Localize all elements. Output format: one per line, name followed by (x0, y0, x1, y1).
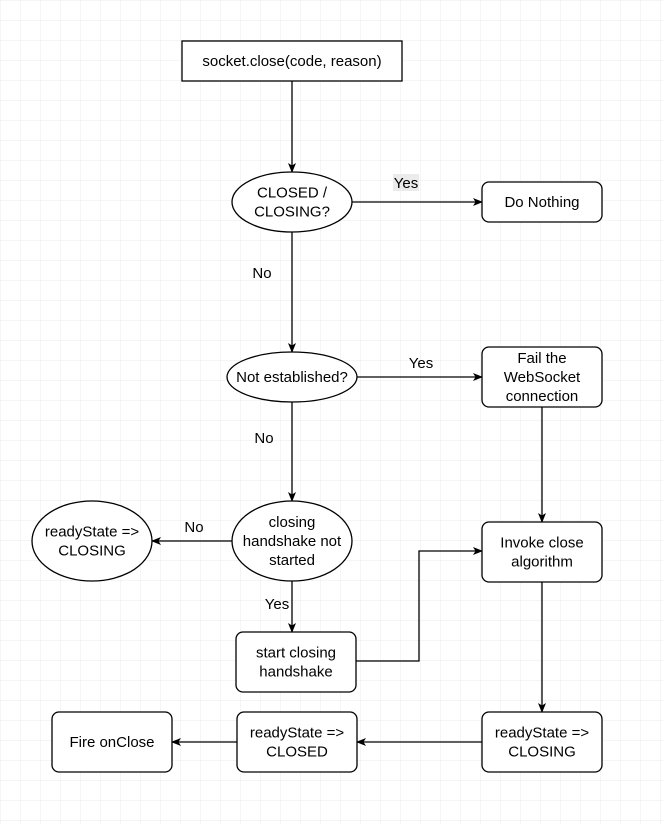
grid-background (0, 0, 663, 824)
node-text: handshake (259, 664, 332, 681)
edge-label-closed-no: No (252, 265, 271, 282)
node-text: Invoke close (500, 535, 583, 552)
process-box (236, 711, 358, 773)
edge-label-established-no: No (254, 430, 273, 447)
node-text: WebSocket (504, 369, 581, 386)
process-box (235, 631, 357, 693)
node-closed-check[interactable]: CLOSED / CLOSING? (231, 171, 353, 233)
node-text: Not established? (236, 369, 348, 386)
edge-label-closed-yes: Yes (394, 175, 418, 192)
node-start[interactable]: socket.close(code, reason) (181, 40, 403, 82)
node-ready-closing[interactable]: readyState => CLOSING (481, 711, 603, 773)
node-text: readyState => (45, 524, 139, 541)
node-handshake-check[interactable]: closing handshake not started (231, 500, 353, 582)
node-text: socket.close(code, reason) (202, 53, 381, 70)
node-text: handshake not (243, 533, 342, 550)
node-text: CLOSED (266, 744, 328, 761)
decision-ellipse (231, 171, 353, 233)
node-text: Fail the (517, 350, 566, 367)
node-do-nothing[interactable]: Do Nothing (481, 181, 603, 223)
node-text: CLOSING (58, 543, 126, 560)
node-not-established[interactable]: Not established? (226, 351, 358, 403)
node-ready-closed[interactable]: readyState => CLOSED (236, 711, 358, 773)
node-text: started (269, 552, 315, 569)
node-text: readyState => (495, 725, 589, 742)
node-ready-closing-left[interactable]: readyState => CLOSING (31, 500, 153, 582)
process-box (481, 521, 603, 583)
node-text: CLOSING (508, 744, 576, 761)
edge-label-handshake-no: No (184, 519, 203, 536)
node-text: Fire onClose (69, 734, 154, 751)
node-start-handshake[interactable]: start closing handshake (235, 631, 357, 693)
edge-label-handshake-yes: Yes (265, 596, 289, 613)
node-text: start closing (256, 645, 336, 662)
node-text: CLOSED / (257, 185, 328, 202)
node-fail[interactable]: Fail the WebSocket connection (481, 346, 603, 408)
node-text: CLOSING? (254, 204, 330, 221)
node-text: closing (269, 514, 316, 531)
node-text: connection (506, 388, 579, 405)
node-text: readyState => (250, 725, 344, 742)
node-text: Do Nothing (504, 194, 579, 211)
flowchart: socket.close(code, reason) CLOSED / CLOSIN… (0, 0, 663, 824)
edge-label-established-yes: Yes (409, 355, 433, 372)
node-text: algorithm (511, 554, 573, 571)
node-fire-onclose[interactable]: Fire onClose (51, 711, 173, 773)
node-invoke-close[interactable]: Invoke close algorithm (481, 521, 603, 583)
process-box (481, 711, 603, 773)
decision-ellipse (31, 500, 153, 582)
